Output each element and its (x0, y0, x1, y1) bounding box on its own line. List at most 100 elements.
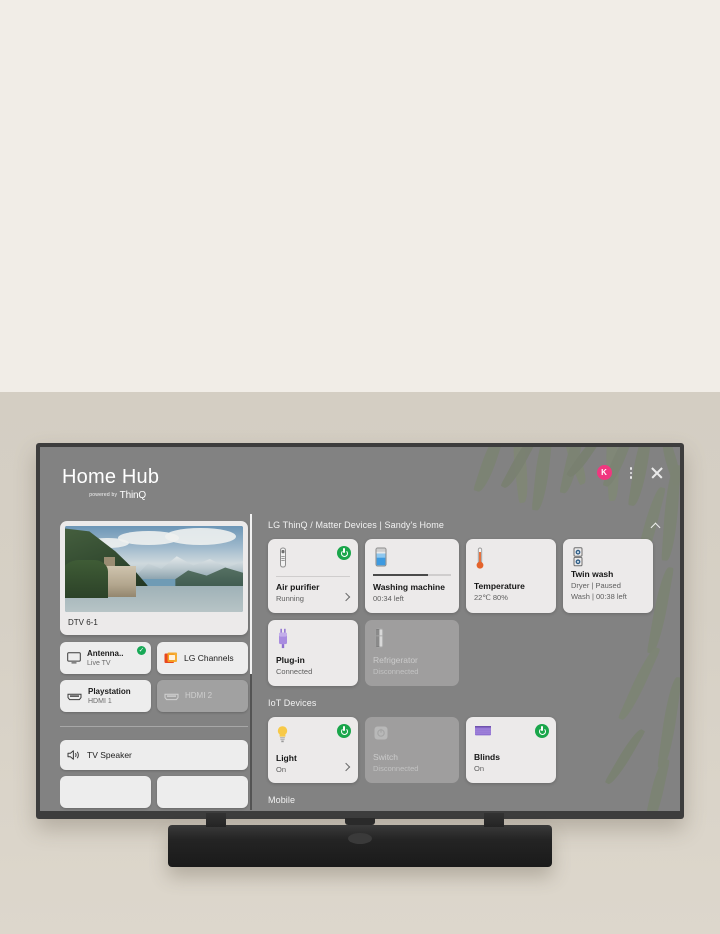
progress-bar (373, 574, 451, 577)
tv-preview-card[interactable]: DTV 6-1 (60, 521, 248, 635)
chevron-up-icon[interactable] (651, 521, 660, 530)
input-tile-lg-channels[interactable]: LG Channels (157, 642, 248, 674)
device-status: Disconnected (373, 667, 419, 676)
tv-preview-label: DTV 6-1 (68, 618, 98, 627)
device-name: Refrigerator (373, 655, 418, 665)
input-tiles: Antenna.. Live TV ✓ LG Channels Playstat… (60, 642, 248, 808)
power-toggle-button[interactable] (535, 724, 549, 738)
avatar[interactable]: K (596, 465, 612, 481)
device-row: Air purifier Running Washing machine 00:… (268, 539, 660, 613)
wall-upper (0, 0, 720, 392)
device-card-washing-machine[interactable]: Washing machine 00:34 left (365, 539, 459, 613)
sidebar-divider (60, 726, 248, 727)
tv-screen: Home Hub powered by ThinQ K DTV 6-1 Ante… (40, 447, 680, 811)
device-status: Dryer | Paused (571, 581, 621, 590)
input-tile-sublabel: HDMI 1 (88, 697, 112, 705)
hdmi-icon (67, 693, 82, 700)
scrollbar-thumb[interactable] (250, 514, 252, 674)
device-name: Washing machine (373, 582, 445, 592)
sidebar-scrollbar[interactable] (250, 514, 252, 810)
chevron-right-icon[interactable] (343, 764, 350, 771)
device-card-light[interactable]: Light On (268, 717, 358, 783)
blinds-icon (475, 726, 491, 736)
device-name: Switch (373, 752, 399, 762)
device-name: Twin wash (571, 569, 614, 579)
input-tile-extra-1[interactable] (60, 776, 151, 808)
section-title: LG ThinQ / Matter Devices | Sandy's Home (268, 520, 444, 530)
tv-icon (67, 652, 81, 664)
input-sidebar[interactable]: DTV 6-1 Antenna.. Live TV ✓ LG Channels … (60, 521, 252, 811)
power-toggle-button[interactable] (337, 546, 351, 560)
header-controls: K (596, 465, 665, 481)
device-status-secondary: Wash | 00:38 left (571, 592, 627, 601)
tv-bottom-nub (345, 818, 375, 825)
stand-foot-right (484, 813, 504, 827)
power-toggle-button[interactable] (337, 724, 351, 738)
input-tile-label: Playstation (88, 686, 131, 696)
device-card-plug-in[interactable]: Plug-in Connected (268, 620, 358, 686)
card-divider (276, 576, 350, 577)
device-name: Plug-in (276, 655, 305, 665)
hub-header: Home Hub powered by ThinQ (62, 466, 159, 501)
device-name: Light (276, 753, 297, 763)
device-status: Disconnected (373, 764, 419, 773)
device-card-twin-wash[interactable]: Twin wash Dryer | Paused Wash | 00:38 le… (563, 539, 653, 613)
lg-channels-icon (164, 652, 177, 663)
device-row: Plug-in Connected Refrigerator Disconnec… (268, 620, 660, 686)
section-title: Mobile (268, 795, 296, 805)
input-tile-label: Antenna.. (87, 648, 124, 658)
input-tile-playstation[interactable]: Playstation HDMI 1 (60, 680, 151, 712)
washing-machine-icon (375, 547, 387, 567)
device-card-refrigerator[interactable]: Refrigerator Disconnected (365, 620, 459, 686)
page-title: Home Hub (62, 466, 160, 488)
check-badge-icon: ✓ (137, 646, 146, 655)
soundbar-logo (348, 833, 372, 844)
thermometer-icon (476, 547, 484, 569)
section-header-mobile: Mobile (268, 794, 660, 806)
twin-wash-icon (573, 547, 583, 567)
device-card-switch[interactable]: Switch Disconnected (365, 717, 459, 783)
tv-preview-image (65, 526, 243, 612)
television: Home Hub powered by ThinQ K DTV 6-1 Ante… (36, 443, 684, 819)
hdmi-icon (164, 693, 179, 700)
thinq-brand: ThinQ (119, 490, 146, 501)
air-purifier-icon (280, 547, 286, 568)
audio-tile-tv-speaker[interactable]: TV Speaker (60, 740, 248, 770)
switch-icon (374, 726, 388, 740)
devices-panel: LG ThinQ / Matter Devices | Sandy's Home (268, 519, 660, 811)
kebab-menu-icon[interactable] (628, 465, 635, 481)
powered-by-thinq: powered by ThinQ (62, 490, 159, 501)
device-status: Running (276, 594, 304, 603)
input-tile-antenna[interactable]: Antenna.. Live TV ✓ (60, 642, 151, 674)
plug-icon (279, 628, 287, 649)
device-card-temperature[interactable]: Temperature 22℃ 80% (466, 539, 556, 613)
device-card-air-purifier[interactable]: Air purifier Running (268, 539, 358, 613)
section-header-thinq: LG ThinQ / Matter Devices | Sandy's Home (268, 519, 660, 531)
input-tile-label: LG Channels (184, 653, 234, 663)
soundbar-stand (168, 813, 552, 867)
speaker-icon (67, 750, 79, 760)
input-tile-sublabel: Live TV (87, 659, 111, 667)
powered-by-text: powered by (89, 492, 118, 498)
device-name: Blinds (474, 752, 500, 762)
section-title: IoT Devices (268, 698, 317, 708)
device-name: Temperature (474, 581, 525, 591)
device-status: 22℃ 80% (474, 593, 508, 602)
home-hub-ui: Home Hub powered by ThinQ K DTV 6-1 Ante… (40, 447, 680, 811)
chevron-right-icon[interactable] (343, 594, 350, 601)
input-tile-extra-2[interactable] (157, 776, 248, 808)
device-card-blinds[interactable]: Blinds On (466, 717, 556, 783)
input-tile-label: HDMI 2 (185, 691, 213, 700)
stand-foot-left (206, 813, 226, 827)
close-icon[interactable] (650, 466, 664, 480)
device-status: Connected (276, 667, 313, 676)
device-status: On (474, 764, 485, 773)
section-header-iot: IoT Devices (268, 697, 660, 709)
audio-tile-label: TV Speaker (87, 750, 132, 760)
device-status: 00:34 left (373, 594, 404, 603)
lightbulb-icon (277, 726, 288, 743)
device-status: On (276, 765, 287, 774)
device-name: Air purifier (276, 582, 320, 592)
input-tile-hdmi2[interactable]: HDMI 2 (157, 680, 248, 712)
refrigerator-icon (375, 628, 384, 648)
